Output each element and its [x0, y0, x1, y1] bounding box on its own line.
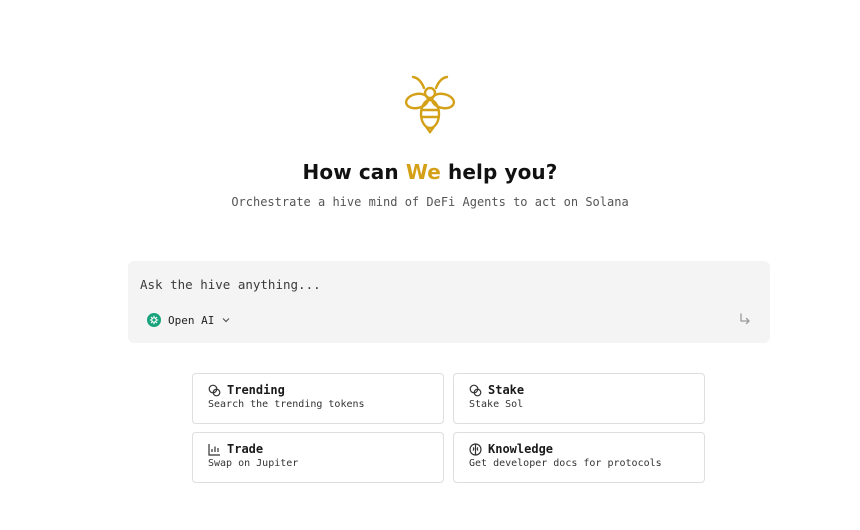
suggestion-card-trending[interactable]: Trending Search the trending tokens: [192, 373, 444, 424]
model-selector[interactable]: Open AI: [147, 311, 231, 329]
openai-icon: [147, 313, 161, 327]
suggestion-card-stake[interactable]: Stake Stake Sol: [453, 373, 705, 424]
hero: How can We help you? Orchestrate a hive …: [0, 72, 860, 209]
card-subtitle: Swap on Jupiter: [208, 458, 299, 469]
headline-before: How can: [302, 160, 406, 184]
card-subtitle: Search the trending tokens: [208, 399, 365, 410]
enter-arrow-icon[interactable]: [738, 312, 752, 326]
card-title: Trending: [227, 383, 285, 397]
prompt-box: Open AI: [128, 261, 770, 343]
card-title: Stake: [488, 383, 525, 397]
page-subtitle: Orchestrate a hive mind of DeFi Agents t…: [231, 195, 629, 209]
headline-accent: We: [405, 160, 441, 184]
suggestion-cards: Trending Search the trending tokens Stak…: [192, 373, 705, 483]
suggestion-card-trade[interactable]: Trade Swap on Jupiter: [192, 432, 444, 483]
suggestion-card-knowledge[interactable]: Knowledge Get developer docs for protoco…: [453, 432, 705, 483]
model-label: Open AI: [168, 313, 215, 327]
card-title: Knowledge: [488, 442, 554, 456]
coins-icon: [469, 384, 482, 396]
chevron-down-icon: [222, 318, 230, 323]
bee-icon: [404, 75, 456, 134]
card-subtitle: Stake Sol: [469, 399, 524, 410]
coins-icon: [208, 384, 221, 396]
page-title: How can We help you?: [0, 160, 860, 184]
chart-icon: [208, 443, 220, 456]
card-title: Trade: [227, 442, 264, 456]
headline-after: help you?: [440, 160, 558, 184]
card-subtitle: Get developer docs for protocols: [469, 458, 662, 469]
brain-icon: [469, 442, 482, 456]
prompt-input[interactable]: [140, 275, 740, 293]
